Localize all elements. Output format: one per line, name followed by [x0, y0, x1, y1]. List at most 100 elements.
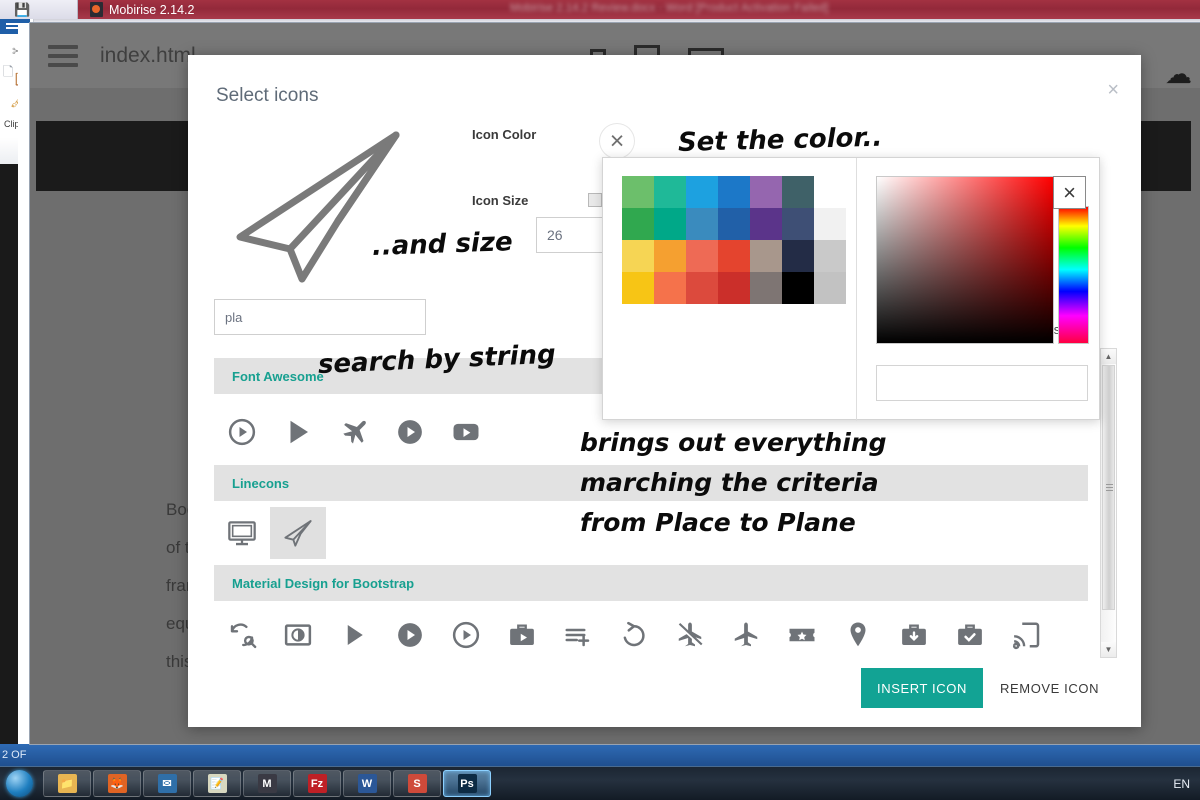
- color-swatch[interactable]: [782, 208, 814, 240]
- play-solid-icon[interactable]: [270, 406, 326, 458]
- taskbar-item-microsoft-word[interactable]: W: [343, 770, 391, 797]
- color-swatch[interactable]: [622, 176, 654, 208]
- color-swatch[interactable]: [686, 272, 718, 304]
- scroll-up-arrow-icon[interactable]: ▲: [1101, 349, 1116, 364]
- color-swatch[interactable]: [654, 240, 686, 272]
- color-swatch[interactable]: [718, 208, 750, 240]
- color-swatch[interactable]: [782, 272, 814, 304]
- search-input[interactable]: [214, 299, 426, 335]
- paper-plane-icon[interactable]: [270, 507, 326, 559]
- color-picker-dismiss-icon[interactable]: ×: [600, 124, 634, 158]
- hamburger-menu-icon[interactable]: [48, 45, 78, 67]
- color-swatch[interactable]: [622, 208, 654, 240]
- play-circle-filled-icon[interactable]: [382, 609, 438, 661]
- display-monitor-icon[interactable]: [214, 507, 270, 559]
- replay-icon[interactable]: [606, 609, 662, 661]
- notepad-plus-plus-icon: 📝: [208, 774, 227, 793]
- publish-cloud-icon[interactable]: ☁: [1165, 61, 1192, 88]
- paste-icon[interactable]: 🗋: [3, 63, 13, 85]
- color-swatch[interactable]: [622, 240, 654, 272]
- word-document-title-blurred: Mobirise 2.14.2 Review.docx - Word [Prod…: [510, 2, 829, 14]
- mobirise-window-titlebar-label: Mobirise 2.14.2: [82, 0, 202, 19]
- close-icon[interactable]: ×: [1053, 176, 1086, 209]
- mobirise-logo-icon: [90, 2, 103, 17]
- taskbar-item-notepad-plus-plus[interactable]: 📝: [193, 770, 241, 797]
- color-swatch[interactable]: [718, 176, 750, 208]
- color-swatch[interactable]: [750, 272, 782, 304]
- icon-size-input[interactable]: [536, 217, 611, 253]
- replay-search-icon[interactable]: [214, 609, 270, 661]
- word-quick-access-toolbar[interactable]: 💾: [0, 0, 78, 19]
- current-file-name: index.html: [100, 44, 196, 68]
- file-explorer-icon: 📁: [58, 774, 77, 793]
- saturation-value-field[interactable]: [876, 176, 1054, 344]
- airplanemode-off-icon[interactable]: [662, 609, 718, 661]
- icon-list-scrollbar[interactable]: ▲ ▼: [1100, 348, 1117, 658]
- scrollbar-thumb[interactable]: [1102, 365, 1115, 610]
- filezilla-icon: Fz: [308, 774, 327, 793]
- hex-color-input[interactable]: [876, 365, 1088, 401]
- color-swatch[interactable]: [622, 272, 654, 304]
- remove-icon-button[interactable]: REMOVE ICON: [1000, 668, 1099, 708]
- color-swatch[interactable]: [814, 176, 846, 208]
- color-swatch[interactable]: [814, 272, 846, 304]
- taskbar-item-filezilla[interactable]: Fz: [293, 770, 341, 797]
- icon-color-swatch-button[interactable]: [588, 193, 602, 207]
- popup-divider: [856, 158, 857, 421]
- word-title-bar: 💾 Mobirise 2.14.2 Mobirise 2.14.2 Review…: [0, 0, 1200, 19]
- icon-size-label: Icon Size: [472, 193, 528, 208]
- youtube-play-icon[interactable]: [438, 406, 494, 458]
- business-case-download-icon[interactable]: [886, 609, 942, 661]
- plane-icon[interactable]: [326, 406, 382, 458]
- color-swatch[interactable]: [782, 176, 814, 208]
- color-swatch-grid[interactable]: [622, 176, 846, 304]
- word-status-bar: 2 OF: [0, 744, 1200, 766]
- taskbar-item-firefox[interactable]: 🦊: [93, 770, 141, 797]
- color-swatch[interactable]: [686, 208, 718, 240]
- annotation-line-2: marching the criteria: [580, 468, 879, 497]
- start-button[interactable]: [1, 767, 37, 800]
- taskbar-item-file-explorer[interactable]: 📁: [43, 770, 91, 797]
- place-pin-icon[interactable]: [830, 609, 886, 661]
- color-swatch[interactable]: [686, 176, 718, 208]
- insert-icon-button[interactable]: INSERT ICON: [861, 668, 983, 708]
- hue-slider[interactable]: [1058, 206, 1089, 344]
- taskbar-button-list: 📁 🦊 ✉ 📝 M Fz WSPs: [43, 770, 491, 797]
- taskbar-item-skype[interactable]: S: [393, 770, 441, 797]
- airplanemode-on-icon[interactable]: [718, 609, 774, 661]
- brightness-contrast-box-icon[interactable]: [270, 609, 326, 661]
- playlist-add-icon[interactable]: [550, 609, 606, 661]
- taskbar-item-photoshop[interactable]: Ps: [443, 770, 491, 797]
- color-swatch[interactable]: [750, 208, 782, 240]
- play-circle-outline-icon[interactable]: [438, 609, 494, 661]
- taskbar-item-thunderbird[interactable]: ✉: [143, 770, 191, 797]
- color-swatch[interactable]: [654, 208, 686, 240]
- color-swatch[interactable]: [814, 240, 846, 272]
- color-swatch[interactable]: [782, 240, 814, 272]
- color-swatch[interactable]: [718, 240, 750, 272]
- color-swatch[interactable]: [686, 240, 718, 272]
- icon-row-material-design: [214, 607, 1088, 663]
- cast-screen-icon[interactable]: [998, 609, 1054, 661]
- language-indicator[interactable]: EN: [1173, 777, 1190, 791]
- firefox-icon: 🦊: [108, 774, 127, 793]
- taskbar-item-mobirise[interactable]: M: [243, 770, 291, 797]
- play-circle-outline-icon[interactable]: [214, 406, 270, 458]
- word-page-dark-strip: [0, 164, 18, 744]
- play-arrow-icon[interactable]: [326, 609, 382, 661]
- local-play-ticket-icon[interactable]: [774, 609, 830, 661]
- color-swatch[interactable]: [750, 240, 782, 272]
- slideshow-case-icon[interactable]: [494, 609, 550, 661]
- play-circle-filled-icon[interactable]: [382, 406, 438, 458]
- annotation-and-size: ..and size: [371, 227, 513, 262]
- save-icon[interactable]: 💾: [14, 2, 30, 18]
- close-icon[interactable]: ×: [1107, 80, 1119, 100]
- color-swatch[interactable]: [654, 176, 686, 208]
- color-swatch[interactable]: [750, 176, 782, 208]
- scroll-down-arrow-icon[interactable]: ▼: [1101, 642, 1116, 657]
- word-document-canvas-edge: [18, 23, 30, 744]
- color-swatch[interactable]: [654, 272, 686, 304]
- business-case-check-icon[interactable]: [942, 609, 998, 661]
- color-swatch[interactable]: [814, 208, 846, 240]
- color-swatch[interactable]: [718, 272, 750, 304]
